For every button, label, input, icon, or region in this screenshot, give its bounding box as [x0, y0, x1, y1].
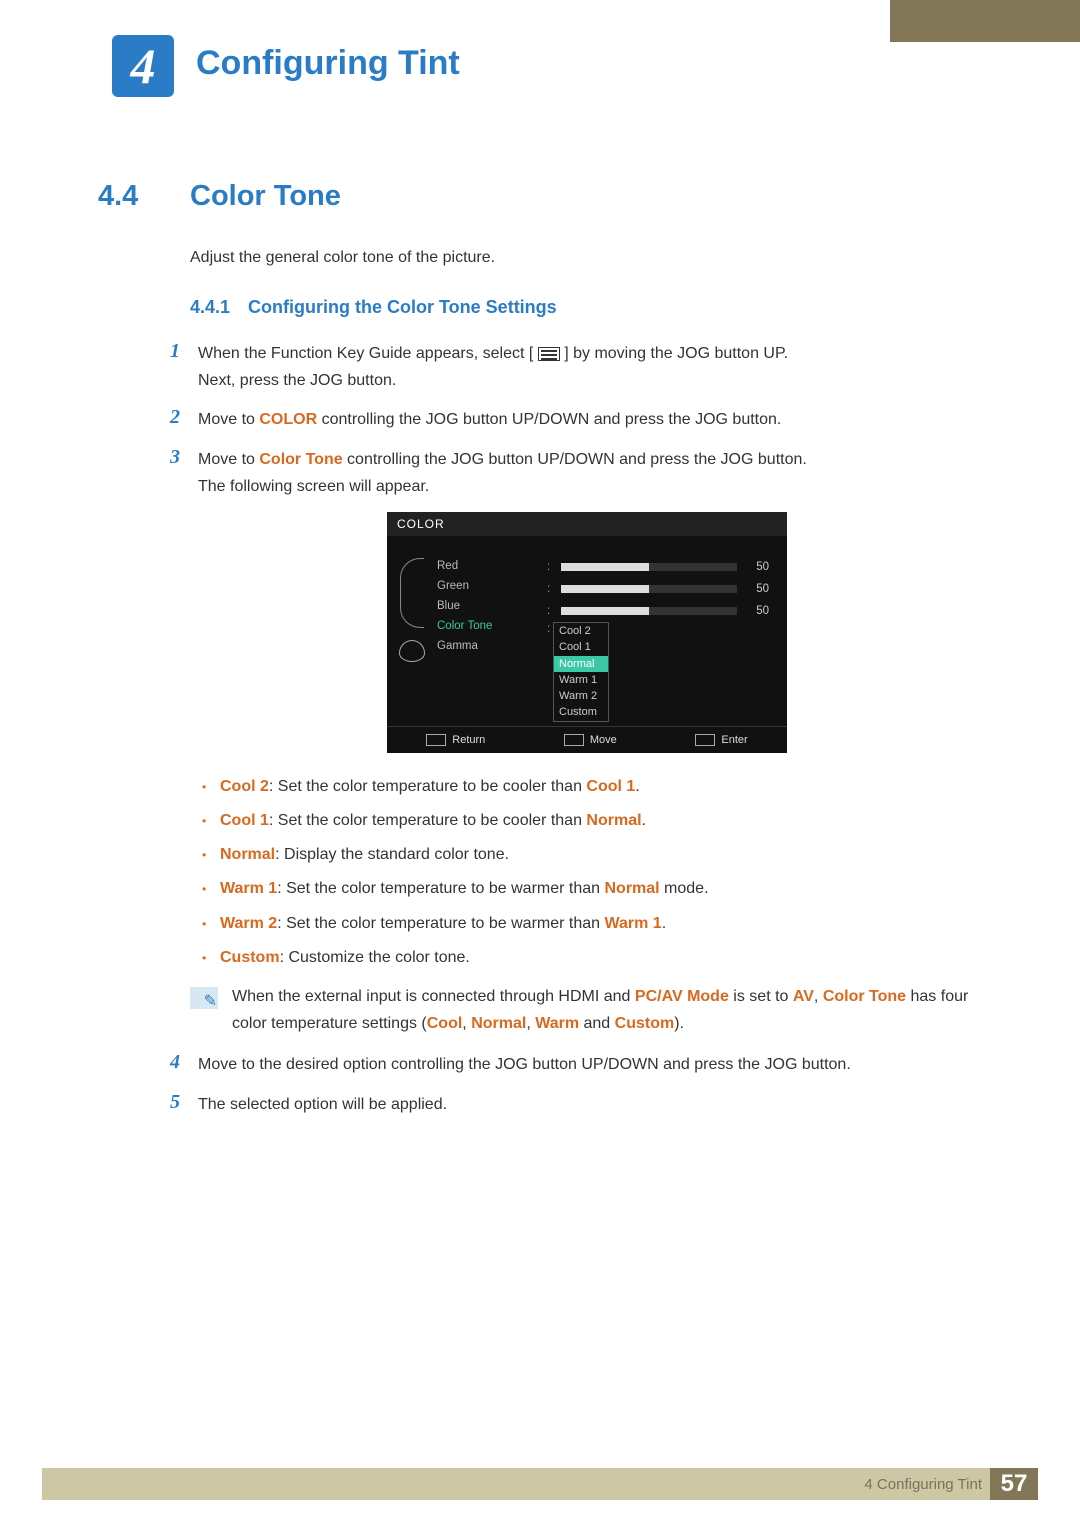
- osd-header: COLOR: [387, 512, 787, 536]
- chapter-number: 4: [131, 37, 156, 95]
- bullet-cool2: Cool 2: Set the color temperature to be …: [202, 773, 984, 800]
- osd-item-red: Red: [437, 556, 547, 576]
- bullet-cool1: Cool 1: Set the color temperature to be …: [202, 807, 984, 834]
- slider-blue: :50: [547, 600, 769, 622]
- subsection-title: Configuring the Color Tone Settings: [248, 297, 557, 318]
- osd-footer-return: Return: [426, 734, 485, 746]
- menu-grid-icon: [538, 347, 560, 361]
- top-accent-bar: [890, 0, 1080, 42]
- bullet-normal: Normal: Display the standard color tone.: [202, 841, 984, 868]
- osd-option: Custom: [554, 704, 608, 720]
- osd-item-color-tone: Color Tone: [437, 616, 547, 636]
- osd-item-blue: Blue: [437, 596, 547, 616]
- note-pencil-icon: [190, 987, 218, 1009]
- footer-chapter-ref: 4 Configuring Tint: [864, 1476, 990, 1493]
- chapter-title: Configuring Tint: [196, 44, 460, 83]
- bullet-warm1: Warm 1: Set the color temperature to be …: [202, 875, 984, 902]
- step-number: 1: [162, 340, 180, 363]
- osd-item-gamma: Gamma: [437, 636, 547, 656]
- note-block: When the external input is connected thr…: [190, 983, 984, 1037]
- bullet-warm2: Warm 2: Set the color temperature to be …: [202, 910, 984, 937]
- palette-icon: [399, 640, 425, 662]
- step-number: 5: [162, 1091, 180, 1114]
- osd-option-selected: Normal: [554, 656, 608, 672]
- osd-arc-decoration: [400, 558, 424, 628]
- step-3: 3 Move to Color Tone controlling the JOG…: [162, 446, 984, 500]
- section-intro: Adjust the general color tone of the pic…: [190, 249, 984, 267]
- step-number: 4: [162, 1051, 180, 1074]
- page-footer: 4 Configuring Tint 57: [42, 1468, 1038, 1500]
- subsection-number: 4.4.1: [190, 297, 230, 318]
- osd-color-tone-options: Cool 2 Cool 1 Normal Warm 1 Warm 2 Custo…: [553, 622, 609, 722]
- osd-footer-enter: Enter: [695, 734, 747, 746]
- osd-item-green: Green: [437, 576, 547, 596]
- section-title: Color Tone: [190, 180, 341, 213]
- step-number: 3: [162, 446, 180, 469]
- step-1: 1 When the Function Key Guide appears, s…: [162, 340, 984, 394]
- slider-red: :50: [547, 556, 769, 578]
- osd-option: Cool 1: [554, 639, 608, 655]
- step-number: 2: [162, 406, 180, 429]
- section-number: 4.4: [98, 180, 158, 213]
- step-2: 2 Move to COLOR controlling the JOG butt…: [162, 406, 984, 433]
- step-4: 4 Move to the desired option controlling…: [162, 1051, 984, 1078]
- slider-green: :50: [547, 578, 769, 600]
- bullet-custom: Custom: Customize the color tone.: [202, 944, 984, 971]
- chapter-number-badge: 4: [112, 35, 174, 97]
- osd-footer-move: Move: [564, 734, 617, 746]
- page-number: 57: [990, 1468, 1038, 1500]
- osd-color-menu: COLOR Red Green Blue Color Tone Gamma :5…: [387, 512, 787, 753]
- step-5: 5 The selected option will be applied.: [162, 1091, 984, 1118]
- osd-option: Warm 2: [554, 688, 608, 704]
- osd-option: Warm 1: [554, 672, 608, 688]
- osd-option: Cool 2: [554, 623, 608, 639]
